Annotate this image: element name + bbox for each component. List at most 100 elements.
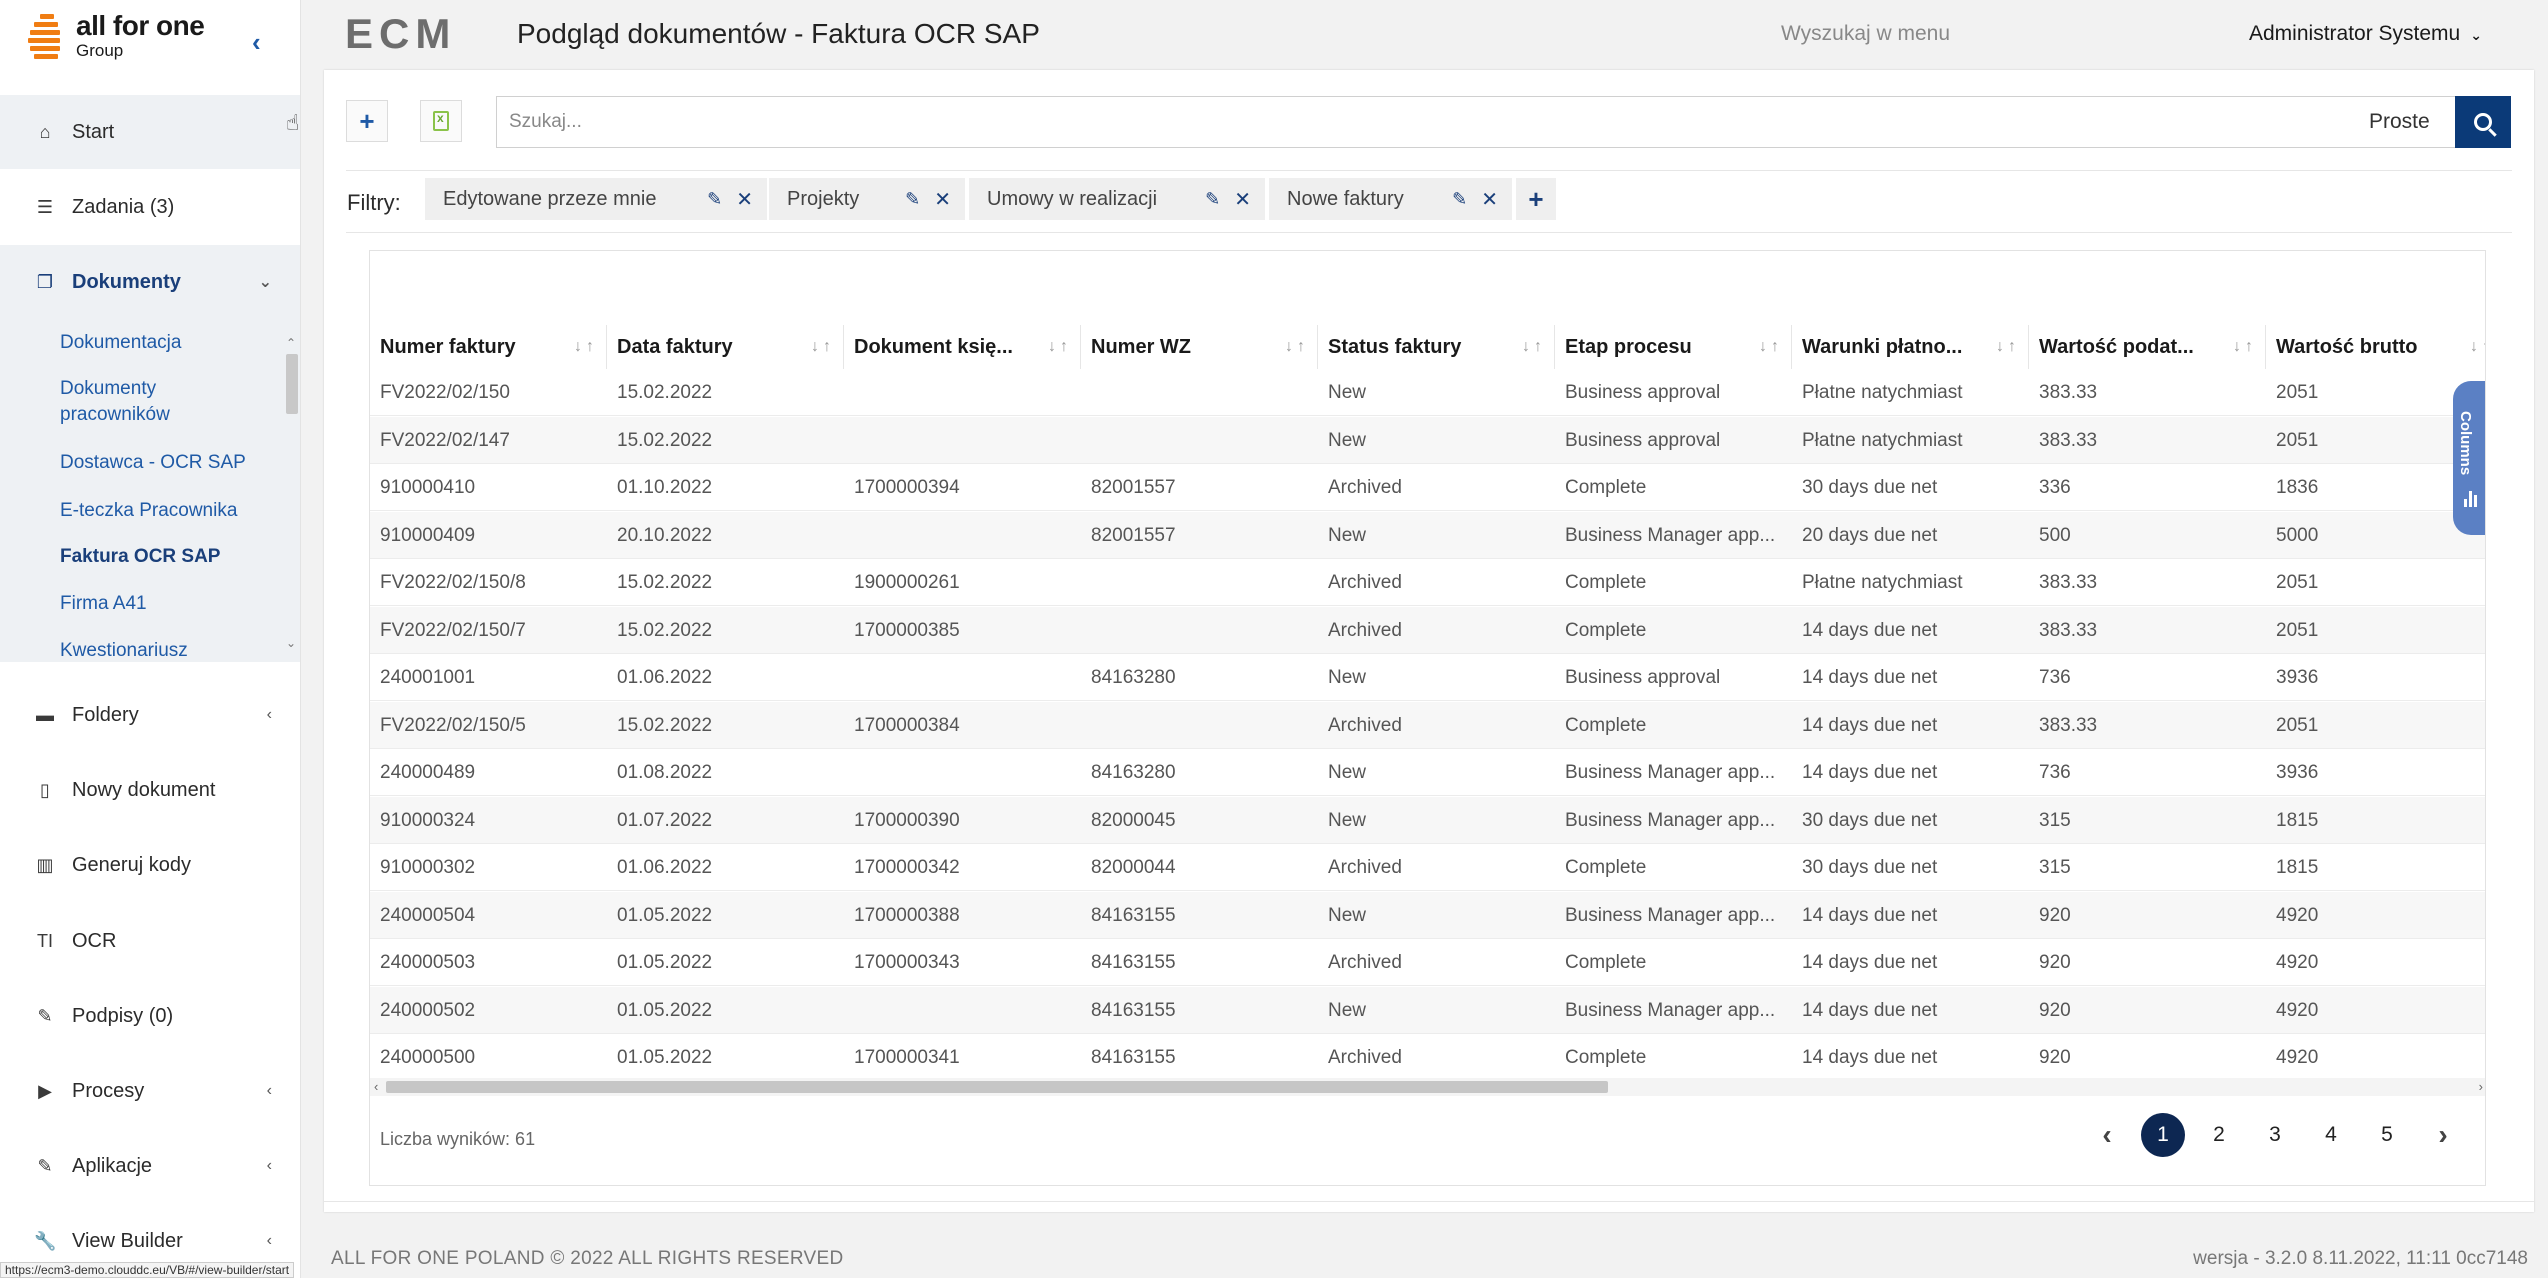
- home-icon: ⌂: [39, 121, 51, 142]
- table-row[interactable]: 910000302 01.06.2022 1700000342 82000044 Arc…: [370, 844, 2485, 891]
- page-button[interactable]: 1: [2141, 1113, 2185, 1157]
- page-button[interactable]: 5: [2365, 1113, 2409, 1157]
- close-icon[interactable]: ✕: [1481, 187, 1498, 212]
- sort-arrows-icon[interactable]: ↓↑: [2233, 325, 2257, 369]
- table-cell: 500: [2039, 524, 2071, 546]
- column-header[interactable]: Wartość podat... ↓↑: [2029, 325, 2266, 369]
- column-header[interactable]: Status faktury ↓↑: [1318, 325, 1555, 369]
- horizontal-scrollbar[interactable]: ‹ ›: [370, 1078, 2485, 1096]
- scroll-right-icon[interactable]: ›: [2479, 1078, 2483, 1096]
- table-row[interactable]: FV2022/02/150/8 15.02.2022 1900000261 Archi…: [370, 559, 2485, 606]
- table-row[interactable]: 240000489 01.08.2022 84163280 New Business M…: [370, 749, 2485, 796]
- column-header[interactable]: Wartość brutto ↓↑: [2266, 325, 2485, 369]
- submenu-item[interactable]: Firma A41: [60, 591, 147, 617]
- sidebar-item-foldery[interactable]: ▬ Foldery ‹: [0, 678, 300, 752]
- sort-arrows-icon[interactable]: ↓↑: [811, 325, 835, 369]
- chevron-down-icon: ⌄: [2470, 27, 2482, 43]
- columns-panel-toggle[interactable]: Columns: [2453, 381, 2485, 535]
- next-page-icon[interactable]: ›: [2421, 1113, 2465, 1157]
- filter-chip[interactable]: Edytowane przeze mnie ✎ ✕: [425, 178, 767, 220]
- table-row[interactable]: FV2022/02/147 15.02.2022 New Business appro…: [370, 416, 2485, 464]
- edit-icon[interactable]: ✎: [1205, 189, 1220, 210]
- column-header[interactable]: Data faktury ↓↑: [607, 325, 844, 369]
- sort-arrows-icon[interactable]: ↓↑: [1285, 325, 1309, 369]
- close-icon[interactable]: ✕: [934, 187, 951, 212]
- page-button[interactable]: 2: [2197, 1113, 2241, 1157]
- scroll-left-icon[interactable]: ‹: [374, 1078, 378, 1096]
- page-button[interactable]: 3: [2253, 1113, 2297, 1157]
- table-row[interactable]: FV2022/02/150/5 15.02.2022 1700000384 Archi…: [370, 701, 2485, 749]
- edit-icon[interactable]: ✎: [1452, 189, 1467, 210]
- export-excel-button[interactable]: [420, 100, 462, 142]
- column-header[interactable]: Numer faktury ↓↑: [370, 325, 607, 369]
- table-row[interactable]: 910000409 20.10.2022 82001557 New Business M…: [370, 511, 2485, 559]
- sort-arrows-icon[interactable]: ↓↑: [1759, 325, 1783, 369]
- sidebar-item-procesy[interactable]: ▶ Procesy ‹: [0, 1054, 300, 1128]
- sidebar-item-start[interactable]: ⌂ Start: [0, 95, 300, 169]
- column-header[interactable]: Etap procesu ↓↑: [1555, 325, 1792, 369]
- column-header[interactable]: Numer WZ ↓↑: [1081, 325, 1318, 369]
- table-row[interactable]: 910000410 01.10.2022 1700000394 82001557 Arc…: [370, 464, 2485, 511]
- table-cell: Business Manager app...: [1565, 762, 1776, 783]
- brand-logo[interactable]: all for one Group: [28, 12, 205, 72]
- columns-icon: [2464, 491, 2478, 507]
- table-cell: 4920: [2276, 904, 2319, 926]
- add-filter-button[interactable]: +: [1516, 178, 1556, 220]
- edit-icon[interactable]: ✎: [905, 189, 920, 210]
- column-header[interactable]: Warunki płatno... ↓↑: [1792, 325, 2029, 369]
- sidebar-item-label: OCR: [72, 929, 117, 952]
- table-cell: 01.10.2022: [617, 477, 713, 498]
- sidebar-item-zadania[interactable]: ☰ Zadania (3): [0, 170, 300, 244]
- submenu-item[interactable]: E-teczka Pracownika: [60, 498, 237, 524]
- sidebar-item-dokumenty[interactable]: ❐ Dokumenty ⌄: [0, 245, 300, 319]
- scroll-down-icon[interactable]: ⌄: [284, 636, 298, 650]
- prev-page-icon[interactable]: ‹: [2085, 1113, 2129, 1157]
- search-input[interactable]: [509, 97, 2209, 147]
- menu-search-input[interactable]: Wyszukaj w menu: [1781, 22, 1950, 46]
- sort-arrows-icon[interactable]: ↓↑: [574, 325, 598, 369]
- scrollbar-thumb[interactable]: [286, 354, 298, 414]
- sidebar-item-generuj-kody[interactable]: ▥ Generuj kody: [0, 828, 300, 902]
- sidebar-item-ocr[interactable]: TI OCR: [0, 904, 300, 978]
- submenu-item[interactable]: Dokumenty pracowników: [60, 376, 260, 428]
- submenu-item-current[interactable]: Faktura OCR SAP: [60, 544, 220, 570]
- scroll-up-icon[interactable]: ⌃: [284, 336, 298, 350]
- table-header: Numer faktury ↓↑ Data faktury ↓↑ Dokument ks…: [370, 325, 2485, 369]
- sort-arrows-icon[interactable]: ↓↑: [1522, 325, 1546, 369]
- table-row[interactable]: 910000324 01.07.2022 1700000390 82000045 New…: [370, 796, 2485, 844]
- filter-chip[interactable]: Umowy w realizacji ✎ ✕: [969, 178, 1265, 220]
- table-row[interactable]: 240000502 01.05.2022 84163155 New Business M…: [370, 986, 2485, 1034]
- table-row[interactable]: FV2022/02/150 15.02.2022 New Business appro…: [370, 369, 2485, 416]
- sidebar-item-label: Procesy: [72, 1079, 145, 1102]
- search-button[interactable]: [2455, 96, 2511, 148]
- scrollbar-thumb[interactable]: [386, 1081, 1608, 1093]
- collapse-sidebar-icon[interactable]: ‹: [252, 29, 272, 55]
- sort-arrows-icon[interactable]: ↓↑: [2470, 325, 2485, 369]
- submenu-item[interactable]: Dokumentacja: [60, 330, 181, 356]
- submenu-item[interactable]: Kwestionariusz: [60, 638, 188, 662]
- sort-arrows-icon[interactable]: ↓↑: [1048, 325, 1072, 369]
- table-row[interactable]: FV2022/02/150/7 15.02.2022 1700000385 Archi…: [370, 606, 2485, 654]
- column-header[interactable]: Dokument księ... ↓↑: [844, 325, 1081, 369]
- table-row[interactable]: 240000503 01.05.2022 1700000343 84163155 Arc…: [370, 939, 2485, 986]
- table-row[interactable]: 240000504 01.05.2022 1700000388 84163155 New…: [370, 891, 2485, 939]
- add-document-button[interactable]: +: [346, 100, 388, 142]
- page-button[interactable]: 4: [2309, 1113, 2353, 1157]
- submenu-item[interactable]: Dostawca - OCR SAP: [60, 450, 246, 476]
- filter-chip[interactable]: Nowe faktury ✎ ✕: [1269, 178, 1512, 220]
- search-mode-toggle[interactable]: Proste: [2369, 110, 2430, 134]
- table-row[interactable]: 240000500 01.05.2022 1700000341 84163155 Arc…: [370, 1034, 2485, 1081]
- table-row[interactable]: 240001001 01.06.2022 84163280 New Business a…: [370, 654, 2485, 701]
- table-cell: [844, 417, 1081, 464]
- sidebar-item-podpisy[interactable]: ✎ Podpisy (0): [0, 979, 300, 1053]
- user-menu[interactable]: Administrator Systemu ⌄: [2249, 22, 2482, 46]
- edit-icon[interactable]: ✎: [707, 189, 722, 210]
- filter-chip[interactable]: Projekty ✎ ✕: [769, 178, 965, 220]
- submenu-scrollbar[interactable]: ⌃ ⌄: [284, 336, 298, 652]
- close-icon[interactable]: ✕: [736, 187, 753, 212]
- sidebar-item-nowy-dokument[interactable]: ▯ Nowy dokument: [0, 753, 300, 827]
- close-icon[interactable]: ✕: [1234, 187, 1251, 212]
- sort-arrows-icon[interactable]: ↓↑: [1996, 325, 2020, 369]
- sidebar-item-aplikacje[interactable]: ✎ Aplikacje ‹: [0, 1129, 300, 1203]
- table-cell: 15.02.2022: [617, 572, 713, 593]
